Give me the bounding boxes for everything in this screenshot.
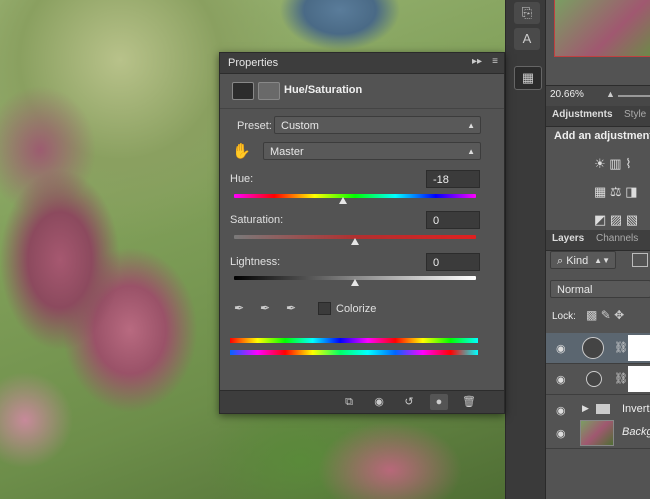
layer-row-hue-sat[interactable]: ◉ ⛓ bbox=[546, 333, 650, 364]
visibility-icon[interactable]: ● bbox=[430, 394, 448, 410]
panel-title: Properties bbox=[228, 57, 279, 69]
mask-thumbnail[interactable] bbox=[628, 335, 650, 361]
zoom-slider[interactable] bbox=[618, 95, 650, 97]
zoom-out-icon[interactable]: ▲ bbox=[606, 89, 615, 99]
properties-header: Properties ▸▸ ≡ bbox=[220, 53, 504, 74]
properties-panel: Properties ▸▸ ≡ Hue/Saturation Preset: C… bbox=[219, 52, 505, 414]
curves-icon[interactable]: ⌇ bbox=[625, 156, 631, 171]
view-previous-icon[interactable]: ◉ bbox=[370, 394, 388, 410]
search-icon: ⌕ bbox=[557, 255, 567, 267]
layer-name[interactable]: Invert bbox=[622, 403, 650, 415]
hue-slider-track[interactable] bbox=[234, 194, 476, 198]
eye-icon[interactable]: ◉ bbox=[556, 427, 566, 440]
filter-image-icon[interactable] bbox=[632, 253, 648, 267]
adjustment-icons: ☀ ▥ ⌇ ▦ ⚖ ◨ ◩ ▨ ▧ bbox=[594, 150, 650, 234]
properties-footer: ⧉ ◉ ↺ ● 🗑 bbox=[220, 390, 504, 413]
levels-icon[interactable]: ▥ bbox=[609, 156, 621, 171]
lock-label: Lock: bbox=[552, 311, 576, 322]
lock-icons: ▩ ✎ ✥ bbox=[586, 308, 624, 322]
adjustment-title: Hue/Saturation bbox=[284, 84, 363, 96]
colorize-label: Colorize bbox=[336, 303, 377, 315]
saturation-input[interactable]: 0 bbox=[426, 211, 480, 229]
mask-icon[interactable] bbox=[258, 82, 280, 100]
layer-thumbnail[interactable] bbox=[580, 420, 614, 446]
hue-label: Hue: bbox=[230, 173, 254, 185]
layer-filter-kind[interactable]: ⌕ Kind ▲▼ bbox=[550, 251, 616, 269]
add-adjustment-text: Add an adjustment bbox=[554, 130, 650, 142]
tab-adjustments[interactable]: Adjustments bbox=[552, 109, 613, 120]
color-balance-icon[interactable]: ⚖ bbox=[610, 184, 622, 199]
right-panel: 20.66% ▲ Adjustments Style Add an adjust… bbox=[545, 0, 650, 499]
saturation-label: Saturation: bbox=[230, 214, 284, 226]
hand-icon[interactable]: ✋ bbox=[232, 142, 251, 160]
layer-row-background[interactable]: ◉ Backgr bbox=[546, 418, 650, 449]
hue-input[interactable]: -18 bbox=[426, 170, 480, 188]
adjustment-header: Hue/Saturation bbox=[220, 74, 504, 109]
reset-icon[interactable]: ↺ bbox=[400, 394, 418, 410]
layers-tabs: Layers Channels bbox=[546, 230, 650, 251]
lightness-input[interactable]: 0 bbox=[426, 253, 480, 271]
posterize-icon[interactable]: ▨ bbox=[610, 212, 622, 227]
history-icon[interactable]: ⎘ bbox=[514, 2, 540, 24]
channel-select[interactable]: Master ▲ bbox=[263, 142, 481, 160]
adjustment-icon[interactable] bbox=[232, 82, 254, 100]
eye-icon[interactable]: ◉ bbox=[556, 404, 566, 417]
source-color-bar bbox=[230, 338, 478, 343]
clip-icon[interactable]: ⧉ bbox=[340, 394, 358, 410]
zoom-level[interactable]: 20.66% bbox=[550, 89, 584, 100]
threshold-icon[interactable]: ▧ bbox=[626, 212, 638, 227]
adjustment-layer-icon bbox=[586, 371, 602, 387]
folder-icon bbox=[596, 404, 610, 414]
eyedropper-plus-icon[interactable]: ✒ bbox=[260, 301, 270, 315]
tab-channels[interactable]: Channels bbox=[596, 233, 638, 244]
move-icon[interactable]: ✥ bbox=[614, 308, 624, 322]
panel-menu-icon[interactable]: ≡ bbox=[492, 56, 498, 67]
hue-sat-icon[interactable]: ▦ bbox=[594, 184, 606, 199]
expand-arrow-icon[interactable]: ▶ bbox=[582, 403, 589, 414]
lock-pixels-icon[interactable]: ▩ bbox=[586, 308, 597, 322]
chain-icon[interactable]: ⛓ bbox=[614, 372, 628, 385]
mask-thumbnail[interactable] bbox=[628, 366, 650, 392]
trash-icon[interactable]: 🗑 bbox=[460, 394, 478, 410]
eye-icon[interactable]: ◉ bbox=[556, 373, 566, 386]
lightness-label: Lightness: bbox=[230, 256, 281, 268]
properties-panel-icon[interactable]: ▦ bbox=[514, 66, 542, 90]
adjustment-layer-icon bbox=[582, 337, 604, 359]
layer-name[interactable]: Backgr bbox=[622, 426, 650, 438]
character-icon[interactable]: A bbox=[514, 28, 540, 50]
result-color-bar bbox=[230, 350, 478, 355]
invert-icon[interactable]: ◩ bbox=[594, 212, 606, 227]
brush-icon[interactable]: ✎ bbox=[601, 308, 611, 322]
collapse-icon[interactable]: ▸▸ bbox=[472, 56, 482, 67]
chain-icon[interactable]: ⛓ bbox=[614, 341, 628, 354]
bw-icon[interactable]: ◨ bbox=[625, 184, 637, 199]
tab-styles[interactable]: Style bbox=[624, 109, 646, 120]
saturation-slider-handle[interactable] bbox=[351, 238, 359, 245]
eyedropper-minus-icon[interactable]: ✒ bbox=[286, 301, 296, 315]
eye-icon[interactable]: ◉ bbox=[556, 342, 566, 355]
blend-mode-select[interactable]: Normal bbox=[550, 280, 650, 298]
zoom-row: 20.66% ▲ bbox=[546, 85, 650, 107]
layer-row-adjustment[interactable]: ◉ ⛓ bbox=[546, 364, 650, 395]
colorize-checkbox[interactable] bbox=[318, 302, 331, 315]
brightness-icon[interactable]: ☀ bbox=[594, 156, 606, 171]
preset-label: Preset: bbox=[237, 120, 272, 132]
adjustments-tabs: Adjustments Style bbox=[546, 106, 650, 127]
tab-layers[interactable]: Layers bbox=[552, 233, 584, 244]
hue-slider-handle[interactable] bbox=[338, 197, 347, 204]
navigator-thumbnail[interactable] bbox=[554, 0, 650, 57]
panel-icon-strip: ⎘ A ▦ bbox=[505, 0, 546, 499]
preset-select[interactable]: Custom ▲ bbox=[274, 116, 481, 134]
lightness-slider-handle[interactable] bbox=[351, 279, 359, 286]
eyedropper-icon[interactable]: ✒ bbox=[234, 301, 244, 315]
